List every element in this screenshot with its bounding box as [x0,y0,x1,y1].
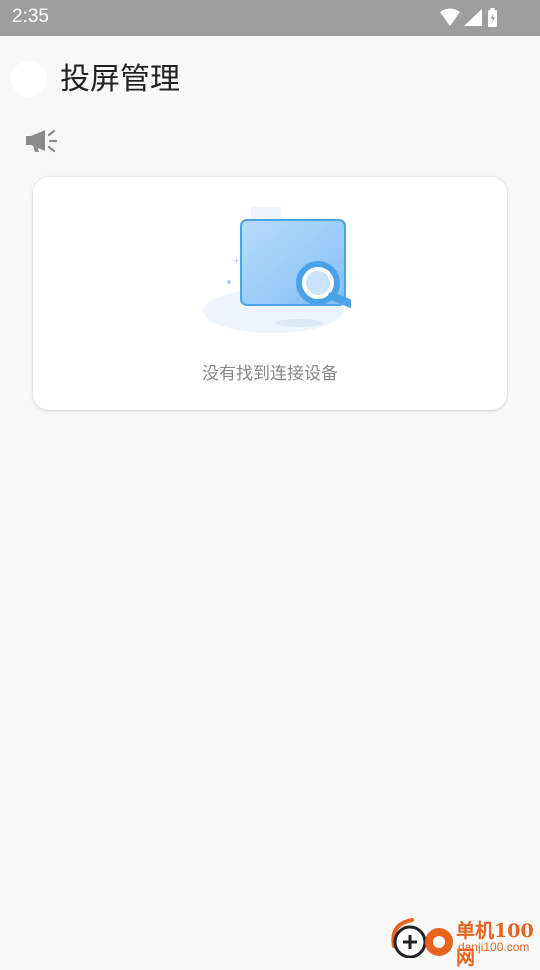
empty-state-text: 没有找到连接设备 [202,364,338,384]
device-card: + × 没有找到连接设备 [33,177,507,410]
watermark: 单机100网 danji100.com [388,912,540,969]
status-time: 2:35 [12,6,49,27]
wifi-icon [440,8,460,26]
megaphone-icon[interactable] [25,127,59,155]
back-button[interactable] [11,61,47,97]
svg-text:+: + [233,256,240,265]
page-title: 投屏管理 [60,62,180,97]
search-screen-illustration: + × [203,207,351,333]
watermark-url: danji100.com [458,940,530,954]
watermark-logo-icon [391,918,453,958]
status-bar: 2:35 [0,0,540,36]
status-icons [440,8,497,27]
signal-icon [464,9,482,26]
battery-icon [488,8,497,27]
